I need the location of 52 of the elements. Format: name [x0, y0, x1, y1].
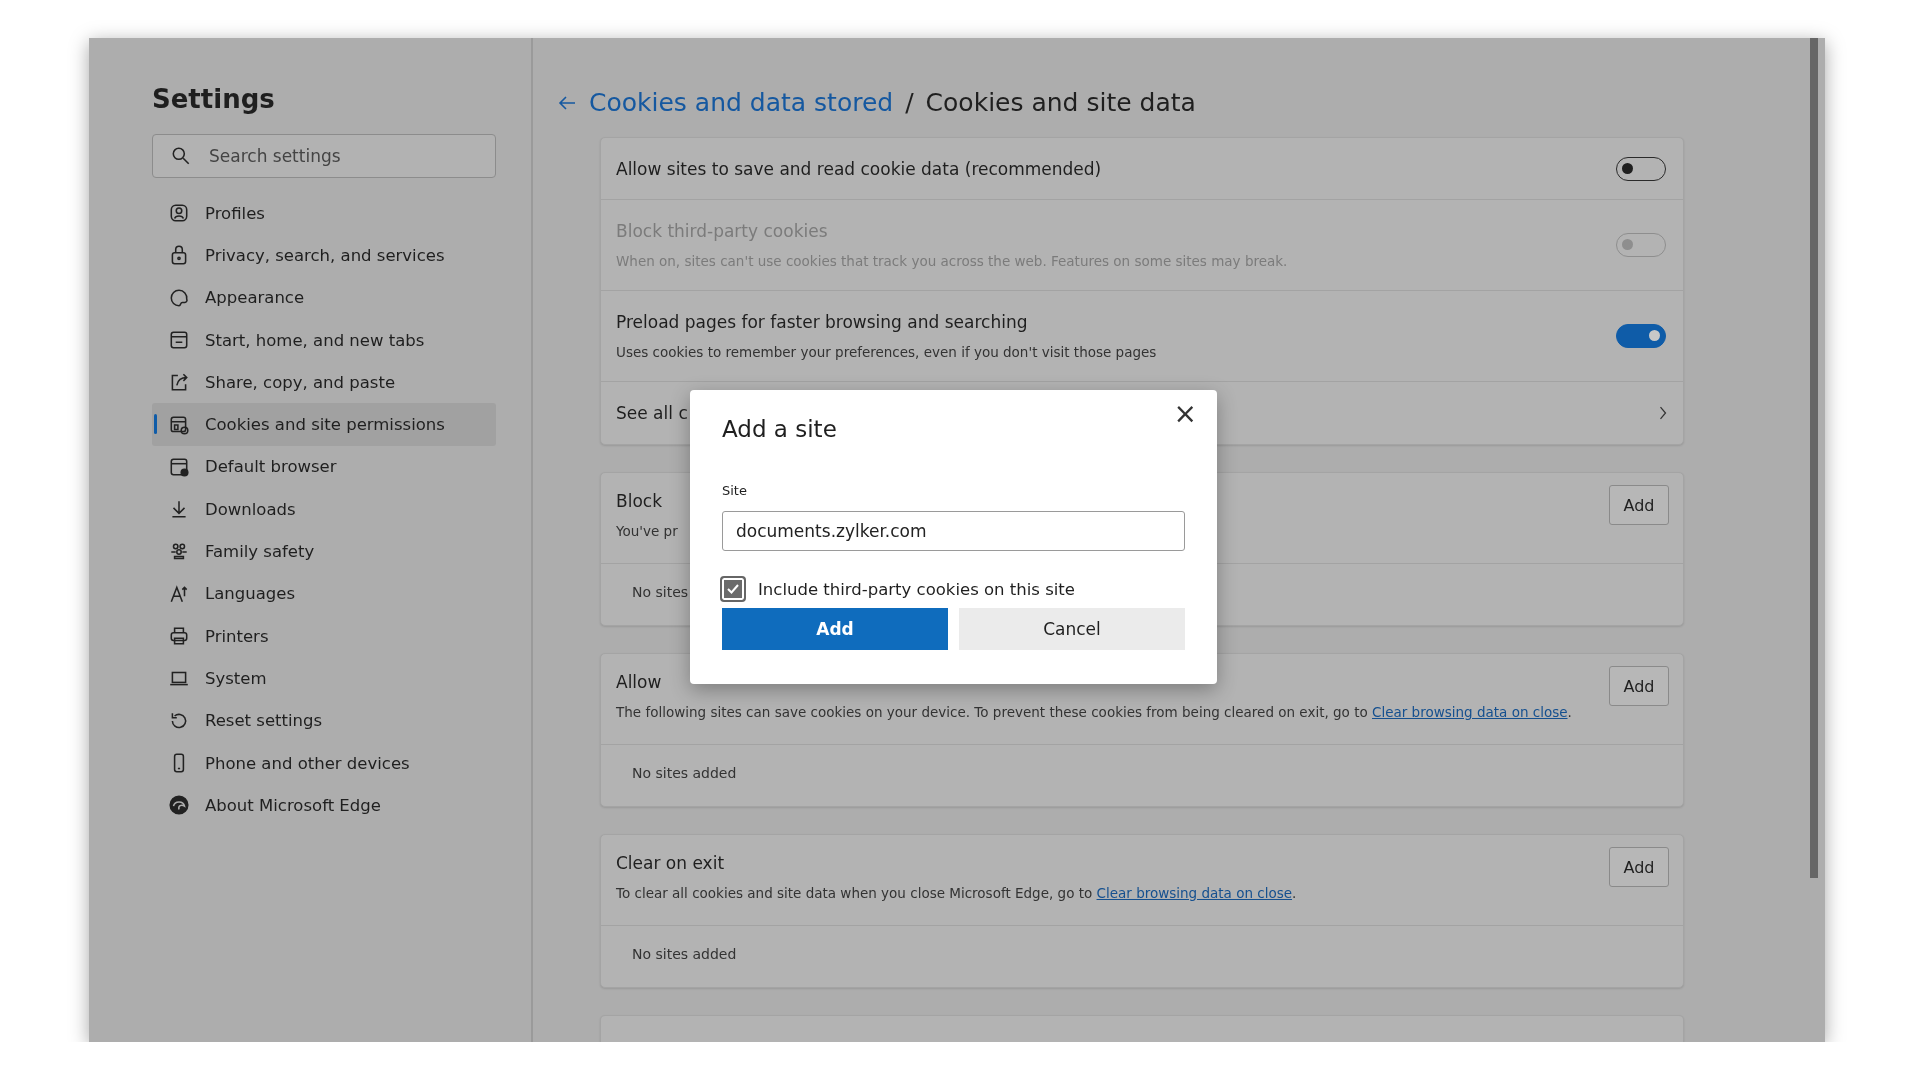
sidebar-item[interactable]: Printers: [152, 614, 496, 658]
search-icon: [170, 145, 192, 167]
link[interactable]: Clear browsing data on close: [1096, 885, 1293, 901]
setting-title: Allow sites to save and read cookie data (recommended): [616, 158, 1102, 179]
site-field[interactable]: documents.zylker.com: [722, 511, 1185, 551]
sidebar-item[interactable]: Reset settings: [152, 699, 496, 742]
sidebar-item[interactable]: Profiles: [152, 192, 496, 235]
sidebar-item[interactable]: Privacy, search, and services: [152, 234, 496, 277]
add-button[interactable]: Add: [1609, 485, 1669, 525]
section-title: Clear on exit: [616, 853, 726, 873]
section-title: Block: [616, 491, 663, 511]
section-description: To clear all cookies and site data when you close Microsoft Edge, go to Clear browsing data on close.: [616, 885, 1297, 901]
sidebar-item[interactable]: About Microsoft Edge: [152, 784, 496, 827]
chevron-right-icon: [1658, 404, 1668, 422]
scrollbar-thumb[interactable]: [1810, 38, 1818, 878]
cancel-button[interactable]: Cancel: [959, 608, 1185, 650]
section-description: The following sites can save cookies on your device. To prevent these cookies from being cleared on exit, go to Clear browsing data on close.: [616, 704, 1572, 720]
setting-description: When on, sites can't use cookies that track you across the web. Features on some sites may break.: [616, 253, 1288, 269]
sidebar-item[interactable]: Appearance: [152, 276, 496, 319]
sidebar-item[interactable]: Phone and other devices: [152, 741, 496, 785]
breadcrumb-separator: /: [905, 88, 914, 117]
sidebar-item[interactable]: Default browser: [152, 445, 496, 489]
empty-text: No sites added: [632, 765, 737, 781]
add-button[interactable]: Add: [722, 608, 948, 650]
sidebar-item[interactable]: System: [152, 657, 496, 700]
empty-text: No sites added: [632, 946, 737, 962]
add-button[interactable]: Add: [1609, 666, 1669, 706]
sidebar-item[interactable]: Start, home, and new tabs: [152, 318, 496, 362]
setting-description: Uses cookies to remember your preferences, even if you don't visit those pages: [616, 344, 1157, 360]
field-label: Site: [722, 483, 748, 498]
setting-title: Preload pages for faster browsing and searching: [616, 312, 1029, 332]
close-button[interactable]: ×: [1167, 400, 1203, 428]
checkbox[interactable]: [720, 576, 746, 602]
search-field[interactable]: Search settings: [152, 134, 496, 178]
setting-title[interactable]: See all c: [616, 403, 688, 423]
sidebar-item[interactable]: Cookies and site permissions: [152, 403, 496, 446]
section-title: Allow: [616, 672, 663, 692]
link[interactable]: Clear browsing data on close: [1372, 704, 1568, 720]
toggle-switch[interactable]: [1616, 324, 1666, 348]
checkbox-label: Include third-party cookies on this site: [758, 579, 1075, 599]
setting-title: Block third-party cookies: [616, 221, 829, 241]
sidebar-item[interactable]: Languages: [152, 572, 496, 615]
empty-text: No sites: [632, 584, 689, 600]
sidebar-item[interactable]: Downloads: [152, 488, 496, 531]
section-description: You've pr: [616, 523, 678, 539]
settings-title: Settings: [152, 84, 276, 114]
sidebar-item[interactable]: Share, copy, and paste: [152, 361, 496, 404]
page-title: Cookies and site data: [925, 88, 1196, 117]
add-button[interactable]: Add: [1609, 847, 1669, 887]
sidebar-item[interactable]: Family safety: [152, 530, 496, 573]
dialog-title: Add a site: [722, 416, 838, 442]
logo-icon: [168, 794, 190, 817]
